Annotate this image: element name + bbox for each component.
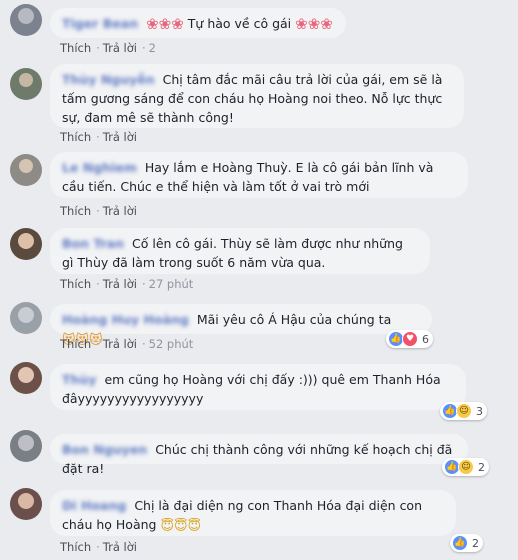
comment-bubble: Bon Nguyen Chúc chị thành công với những… bbox=[50, 434, 468, 476]
flower-icon: ❀❀❀ bbox=[295, 15, 333, 33]
separator: · bbox=[96, 41, 100, 55]
commenter-name[interactable]: Le Nghiem bbox=[62, 160, 137, 175]
separator: · bbox=[96, 540, 100, 554]
like-link[interactable]: Thích bbox=[60, 337, 91, 351]
reply-link[interactable]: Trả lời bbox=[103, 204, 137, 218]
reactions-summary[interactable]: 👍 ☺ 3 bbox=[440, 402, 487, 420]
comment-actions: Thích · Trả lời bbox=[60, 204, 139, 218]
avatar[interactable] bbox=[10, 302, 42, 334]
reply-link[interactable]: Trả lời bbox=[103, 277, 137, 291]
like-link[interactable]: Thích bbox=[60, 277, 91, 291]
commenter-name[interactable]: Bon Nguyen bbox=[62, 442, 147, 457]
reaction-count: 3 bbox=[476, 404, 483, 418]
separator: · bbox=[96, 277, 100, 291]
smiling-halo-icon: 😇😇😇 bbox=[160, 519, 202, 534]
comment-text: em cũng họ Hoàng với chị đấy :))) quê em… bbox=[62, 372, 441, 406]
like-link[interactable]: Thích bbox=[60, 204, 91, 218]
reply-link[interactable]: Trả lời bbox=[103, 130, 137, 144]
comment-actions: Thích · Trả lời · 27 phút bbox=[60, 277, 193, 291]
reactions-summary[interactable]: 👍 ♥ 6 bbox=[386, 330, 433, 348]
avatar[interactable] bbox=[10, 362, 42, 394]
separator: · bbox=[96, 337, 100, 351]
timestamp[interactable]: 52 phút bbox=[149, 337, 194, 351]
reaction-count: 2 bbox=[478, 460, 485, 474]
like-link[interactable]: Thích bbox=[60, 540, 91, 554]
comment-actions: Thích · Trả lời · 52 phút bbox=[60, 337, 193, 351]
flower-icon: ❀❀❀ bbox=[146, 15, 184, 33]
separator: · bbox=[141, 337, 146, 351]
like-link[interactable]: Thích bbox=[60, 41, 91, 55]
comment-bubble: Thùy Nguyễn Chị tâm đắc mãi câu trả lời … bbox=[50, 64, 464, 128]
avatar[interactable] bbox=[10, 68, 42, 100]
comment-text: Mãi yêu cô Á Hậu của chúng ta bbox=[196, 312, 392, 327]
comment-bubble: Tiger Bean ❀❀❀ Tự hào về cô gái ❀❀❀ bbox=[50, 8, 346, 38]
separator: · bbox=[96, 204, 100, 218]
like-reaction-icon: 👍 bbox=[452, 535, 468, 551]
commenter-name[interactable]: Hoàng Huy Hoàng bbox=[62, 312, 189, 327]
separator: · bbox=[141, 277, 146, 291]
comment-bubble: Le Nghiem Hay lắm e Hoàng Thuỳ. E là cô … bbox=[50, 152, 468, 198]
comment-text: Tự hào về cô gái bbox=[187, 16, 292, 31]
avatar[interactable] bbox=[10, 430, 42, 462]
haha-reaction-icon: ☺ bbox=[458, 459, 474, 475]
reaction-count: 6 bbox=[422, 332, 429, 346]
comment-bubble: Bon Tran Cố lên cô gái. Thùy sẽ làm được… bbox=[50, 228, 430, 274]
comment-bubble: Hoàng Huy Hoàng Mãi yêu cô Á Hậu của chú… bbox=[50, 304, 432, 347]
avatar[interactable] bbox=[10, 228, 42, 260]
reply-link[interactable]: Trả lời bbox=[103, 337, 137, 351]
avatar[interactable] bbox=[10, 488, 42, 520]
comment-bubble: Thùy em cũng họ Hoàng với chị đấy :))) q… bbox=[50, 364, 466, 410]
reply-link[interactable]: Trả lời bbox=[103, 540, 137, 554]
separator: · bbox=[96, 130, 100, 144]
like-link[interactable]: Thích bbox=[60, 130, 91, 144]
timestamp[interactable]: 2 bbox=[149, 41, 156, 55]
comment-bubble: Di Hoang Chị là đại diện ng con Thanh Hó… bbox=[50, 490, 456, 536]
commenter-name[interactable]: Thùy Nguyễn bbox=[62, 72, 155, 87]
separator: · bbox=[141, 41, 146, 55]
commenter-name[interactable]: Bon Tran bbox=[62, 236, 124, 251]
reaction-count: 2 bbox=[472, 536, 479, 550]
reactions-summary[interactable]: 👍 2 bbox=[450, 534, 483, 552]
reactions-summary[interactable]: 👍 ☺ 2 bbox=[442, 458, 489, 476]
avatar[interactable] bbox=[10, 154, 42, 186]
comment-actions: Thích · Trả lời · 2 bbox=[60, 41, 156, 55]
comment-actions: Thích · Trả lời bbox=[60, 130, 139, 144]
avatar[interactable] bbox=[10, 4, 42, 36]
haha-reaction-icon: ☺ bbox=[456, 403, 472, 419]
commenter-name[interactable]: Tiger Bean bbox=[62, 16, 138, 31]
reply-link[interactable]: Trả lời bbox=[103, 41, 137, 55]
commenter-name[interactable]: Thùy bbox=[62, 372, 96, 387]
timestamp[interactable]: 27 phút bbox=[149, 277, 194, 291]
commenter-name[interactable]: Di Hoang bbox=[62, 498, 126, 513]
comment-actions: Thích · Trả lời bbox=[60, 540, 139, 554]
love-reaction-icon: ♥ bbox=[402, 331, 418, 347]
